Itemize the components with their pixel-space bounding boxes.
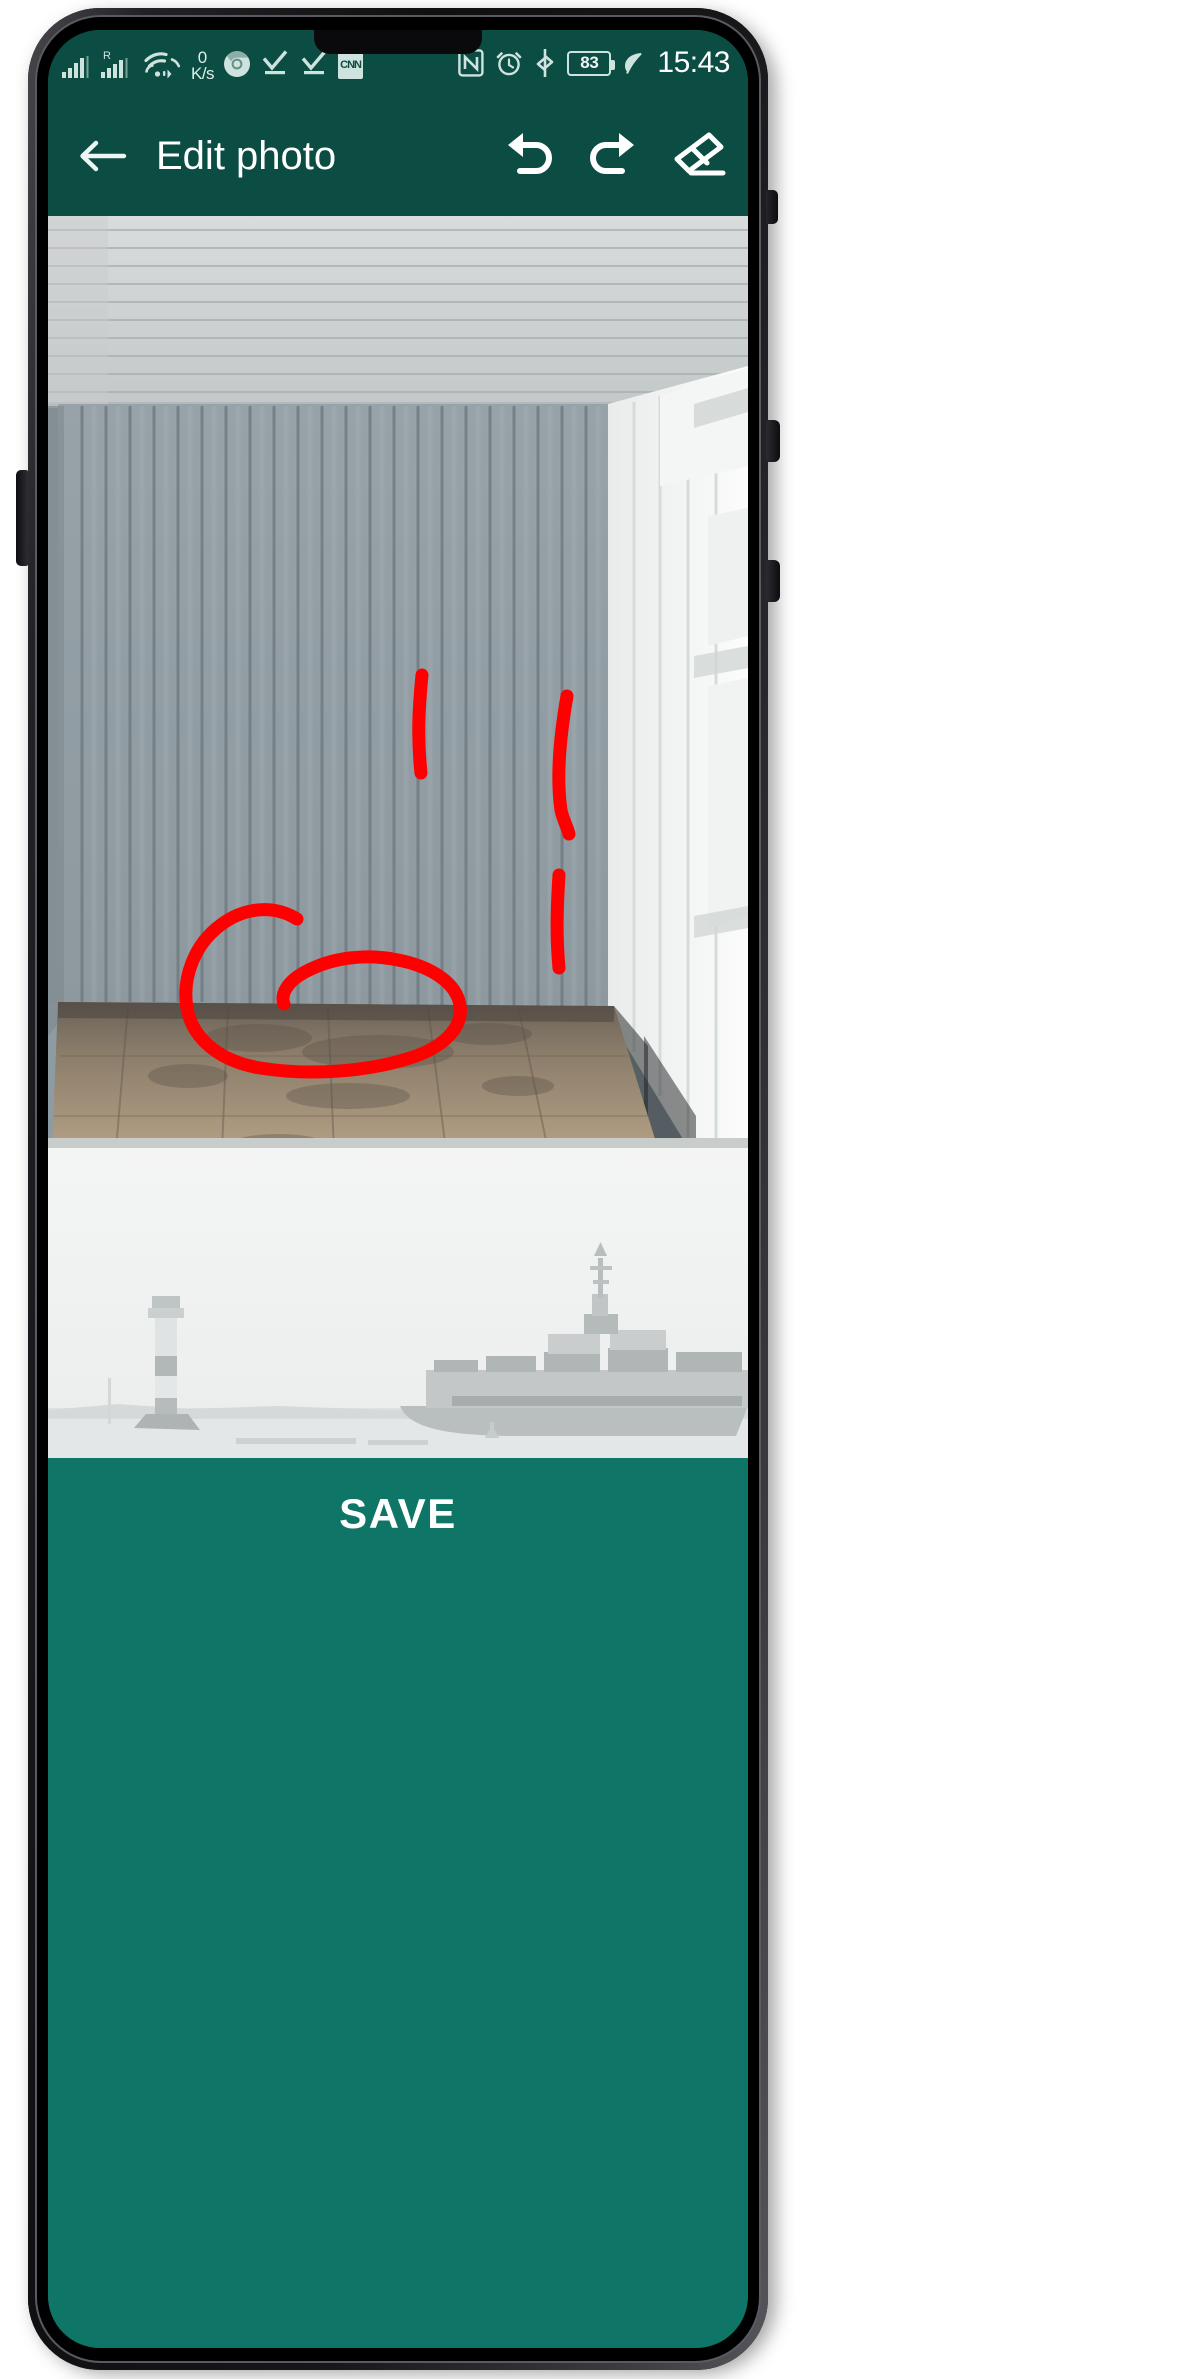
page-title: Edit photo bbox=[156, 133, 337, 178]
bluetooth-icon bbox=[534, 48, 556, 78]
eraser-icon bbox=[674, 132, 726, 176]
phone-side-button-top[interactable] bbox=[766, 190, 778, 224]
battery-percent-value: 83 bbox=[580, 53, 599, 72]
undo-icon bbox=[508, 133, 552, 174]
annotation-stroke-right-upper bbox=[552, 689, 576, 841]
phone-notch bbox=[314, 30, 482, 54]
annotation-stroke-left-wall bbox=[412, 668, 429, 780]
shipping-container-interior-photo[interactable] bbox=[48, 216, 748, 1138]
cnn-app-icon-label: CNN bbox=[340, 59, 362, 71]
save-button-label: SAVE bbox=[339, 1490, 457, 1537]
cnn-app-icon: CNN bbox=[338, 51, 364, 79]
annotation-circle-floor bbox=[179, 903, 467, 1079]
svg-text:R: R bbox=[103, 50, 111, 62]
signal-bars-sim1-icon bbox=[60, 50, 90, 80]
alarm-clock-icon bbox=[495, 49, 523, 77]
phone-screen: R 0 K/s CNN 83 15:43 Edit photo SAVE bbox=[48, 30, 748, 2348]
phone-side-button-left[interactable] bbox=[16, 470, 28, 566]
preview-content bbox=[48, 1138, 748, 1458]
annotation-stroke-right-lower bbox=[550, 868, 566, 975]
back-button[interactable] bbox=[74, 128, 130, 184]
undo-button[interactable] bbox=[498, 125, 560, 187]
app-bar-actions bbox=[498, 125, 728, 187]
battery-status-badge: 83 bbox=[567, 50, 616, 76]
phone-volume-button[interactable] bbox=[766, 560, 780, 602]
save-button[interactable]: SAVE bbox=[48, 1458, 748, 2348]
network-speed-indicator: 0 K/s bbox=[191, 49, 215, 83]
status-bar-left-icons: R 0 K/s CNN bbox=[60, 46, 364, 83]
phone-power-button[interactable] bbox=[766, 420, 780, 462]
app-bar: Edit photo bbox=[48, 96, 748, 216]
status-bar-clock: 15:43 bbox=[657, 46, 730, 79]
signal-bars-sim2-roaming-icon: R bbox=[99, 48, 133, 80]
harbour-container-ship-preview[interactable] bbox=[48, 1138, 748, 1458]
status-bar-right-icons: 83 15:43 bbox=[458, 46, 730, 80]
chrome-icon bbox=[223, 50, 251, 78]
eraser-button[interactable] bbox=[666, 125, 728, 187]
wifi-icon bbox=[142, 48, 182, 80]
arrow-left-icon bbox=[80, 140, 127, 172]
redo-button[interactable] bbox=[582, 125, 644, 187]
network-speed-unit: K/s bbox=[191, 63, 215, 83]
redo-icon bbox=[590, 133, 634, 174]
checkmark-icon-1 bbox=[260, 48, 290, 78]
leaf-icon bbox=[622, 50, 644, 76]
annotation-layer bbox=[179, 668, 576, 1079]
